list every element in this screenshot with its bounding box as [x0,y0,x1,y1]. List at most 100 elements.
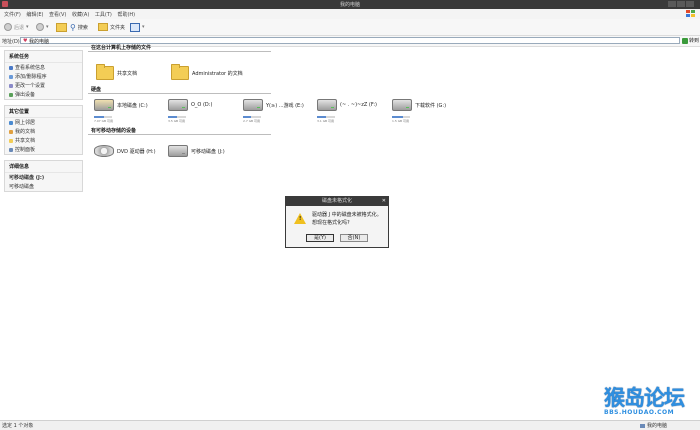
format-disk-dialog: 磁盘未格式化 ✕ ! 驱动器 J 中的磁盘未被格式化。 想现在格式化吗? 是(Y… [285,196,389,248]
place-my-documents[interactable]: 我的文档 [5,127,82,136]
go-button[interactable]: 转到 [682,37,699,44]
folder-icon [96,64,114,80]
group-header: 硬盘 [88,86,271,94]
system-tasks-title[interactable]: 系统任务 [5,51,82,63]
search-button[interactable]: ⚲ 搜索 [70,22,88,32]
views-icon [130,22,140,32]
group-removable-storage: 有可移动存储的设备 DVD 驱动器 (H:) 可移动磁盘 (J:) [88,127,696,157]
forward-button[interactable]: ▾ [36,22,49,32]
dvd-drive-item[interactable]: DVD 驱动器 (H:) [94,145,156,157]
folder-icon [9,138,13,143]
eject-icon [9,92,13,97]
settings-icon [9,83,13,88]
info-icon [9,65,13,70]
watermark-text: 猴岛论坛 [604,386,685,410]
folders-button[interactable]: 文件夹 [98,22,125,32]
removable-disk-icon [168,145,188,157]
task-eject-device[interactable]: 弹出设备 [5,90,82,99]
menu-favorites[interactable]: 收藏(A) [72,11,89,18]
hard-drive-icon [168,99,188,111]
address-input[interactable]: ♥ 我的电脑 [20,37,680,45]
group-hard-drives: 硬盘 本地磁盘 (C:) 7.07 GB 可用 O_O (D:) 3.5 GB … [88,86,696,123]
status-selection: 选定 1 个对象 [2,423,34,429]
admin-documents-item[interactable]: Administrator 的文档 [171,64,243,80]
system-tasks-panel: 系统任务 查看系统信息 添加/删除程序 更改一个设置 弹出设备 [4,50,83,100]
menu-help[interactable]: 帮助(H) [117,11,135,18]
drive-g-item[interactable]: 下载软件 (G:) 1.5 GB 可用 [392,99,446,123]
dvd-drive-icon [94,145,114,157]
task-change-setting[interactable]: 更改一个设置 [5,81,82,90]
windows-flag-icon [686,10,696,18]
hard-drive-icon [392,99,412,111]
search-icon: ⚲ [70,22,76,32]
group-stored-files: 在这台计算机上存储的文件 共享文档 Administrator 的文档 [88,44,696,80]
other-places-title[interactable]: 其它位置 [5,106,82,118]
removable-disk-item[interactable]: 可移动磁盘 (J:) [168,145,225,157]
drive-capacity-bar [317,116,335,118]
task-pane: 系统任务 查看系统信息 添加/删除程序 更改一个设置 弹出设备 其它位置 网上邻… [4,50,83,197]
watermark: 猴岛论坛 BBS.HOUDAO.COM [604,386,685,416]
go-arrow-icon [682,37,688,44]
close-button[interactable] [686,1,694,7]
dialog-question: 想现在格式化吗? [312,220,350,226]
close-icon[interactable]: ✕ [382,197,386,206]
minimize-button[interactable] [668,1,676,7]
place-network[interactable]: 网上邻居 [5,118,82,127]
windows-drive-icon [94,99,114,111]
my-computer-icon: ♥ [23,38,28,44]
chevron-down-icon: ▾ [26,24,29,30]
details-type: 可移动磁盘 [9,184,35,190]
drive-free-space: 3.1 GB 可用 [317,119,335,123]
dialog-title-bar: 磁盘未格式化 ✕ [286,197,388,206]
views-button[interactable]: ▾ [130,22,145,32]
drive-capacity-bar [243,116,261,118]
details-name: 可移动磁盘 (J:) [9,175,45,181]
dialog-message: 驱动器 J 中的磁盘未被格式化。 [312,212,382,218]
network-icon [9,120,13,125]
drive-free-space: 1.5 GB 可用 [392,119,410,123]
warning-icon: ! [294,213,306,224]
menu-file[interactable]: 文件(F) [4,11,21,18]
place-control-panel[interactable]: 控制面板 [5,145,82,154]
documents-icon [9,129,13,134]
other-places-panel: 其它位置 网上邻居 我的文档 共享文档 控制面板 [4,105,83,155]
chevron-down-icon: ▾ [142,24,145,30]
dialog-title: 磁盘未格式化 [321,198,352,204]
hard-drive-icon [243,99,263,111]
watermark-url: BBS.HOUDAO.COM [604,409,675,416]
menu-edit[interactable]: 编辑(E) [26,11,43,18]
programs-icon [9,74,13,79]
task-view-system-info[interactable]: 查看系统信息 [5,63,82,72]
details-panel: 详细信息 可移动磁盘 (J:) 可移动磁盘 [4,160,83,192]
back-arrow-icon [4,23,12,31]
title-bar: 我的电脑 [0,0,700,9]
place-shared-documents[interactable]: 共享文档 [5,136,82,145]
details-title[interactable]: 详细信息 [5,161,82,173]
drive-d-item[interactable]: O_O (D:) 3.5 GB 可用 [168,99,212,123]
yes-button[interactable]: 是(Y) [306,234,334,242]
status-zone: 我的电脑 [640,422,667,429]
drive-free-space: 7.07 GB 可用 [94,119,113,123]
toolbar: 后退 ▾ ▾ ⚲ 搜索 文件夹 ▾ [0,19,700,36]
window-title: 我的电脑 [339,2,360,8]
drive-c-item[interactable]: 本地磁盘 (C:) 7.07 GB 可用 [94,99,148,123]
computer-icon [640,423,645,428]
drive-f-item[interactable]: (~ . ~)~zZ (F:) 3.1 GB 可用 [317,99,377,123]
drive-e-item[interactable]: Y(≥) ...游戏 (E:) 2.7 GB 可用 [243,99,304,123]
back-button[interactable]: 后退 ▾ [4,22,29,32]
hard-drive-icon [317,99,337,111]
group-header: 在这台计算机上存储的文件 [88,44,271,52]
no-button[interactable]: 否(N) [340,234,368,242]
folder-up-icon [56,22,67,32]
maximize-button[interactable] [677,1,685,7]
up-button[interactable] [56,22,67,32]
drive-free-space: 3.5 GB 可用 [168,119,186,123]
address-label: 地址(D) [2,39,20,45]
group-header: 有可移动存储的设备 [88,127,271,135]
task-add-remove-programs[interactable]: 添加/删除程序 [5,72,82,81]
shared-documents-item[interactable]: 共享文档 [96,64,137,80]
folder-icon [171,64,189,80]
menu-tools[interactable]: 工具(T) [95,11,112,18]
drive-free-space: 2.7 GB 可用 [243,119,261,123]
menu-view[interactable]: 查看(V) [49,11,66,18]
